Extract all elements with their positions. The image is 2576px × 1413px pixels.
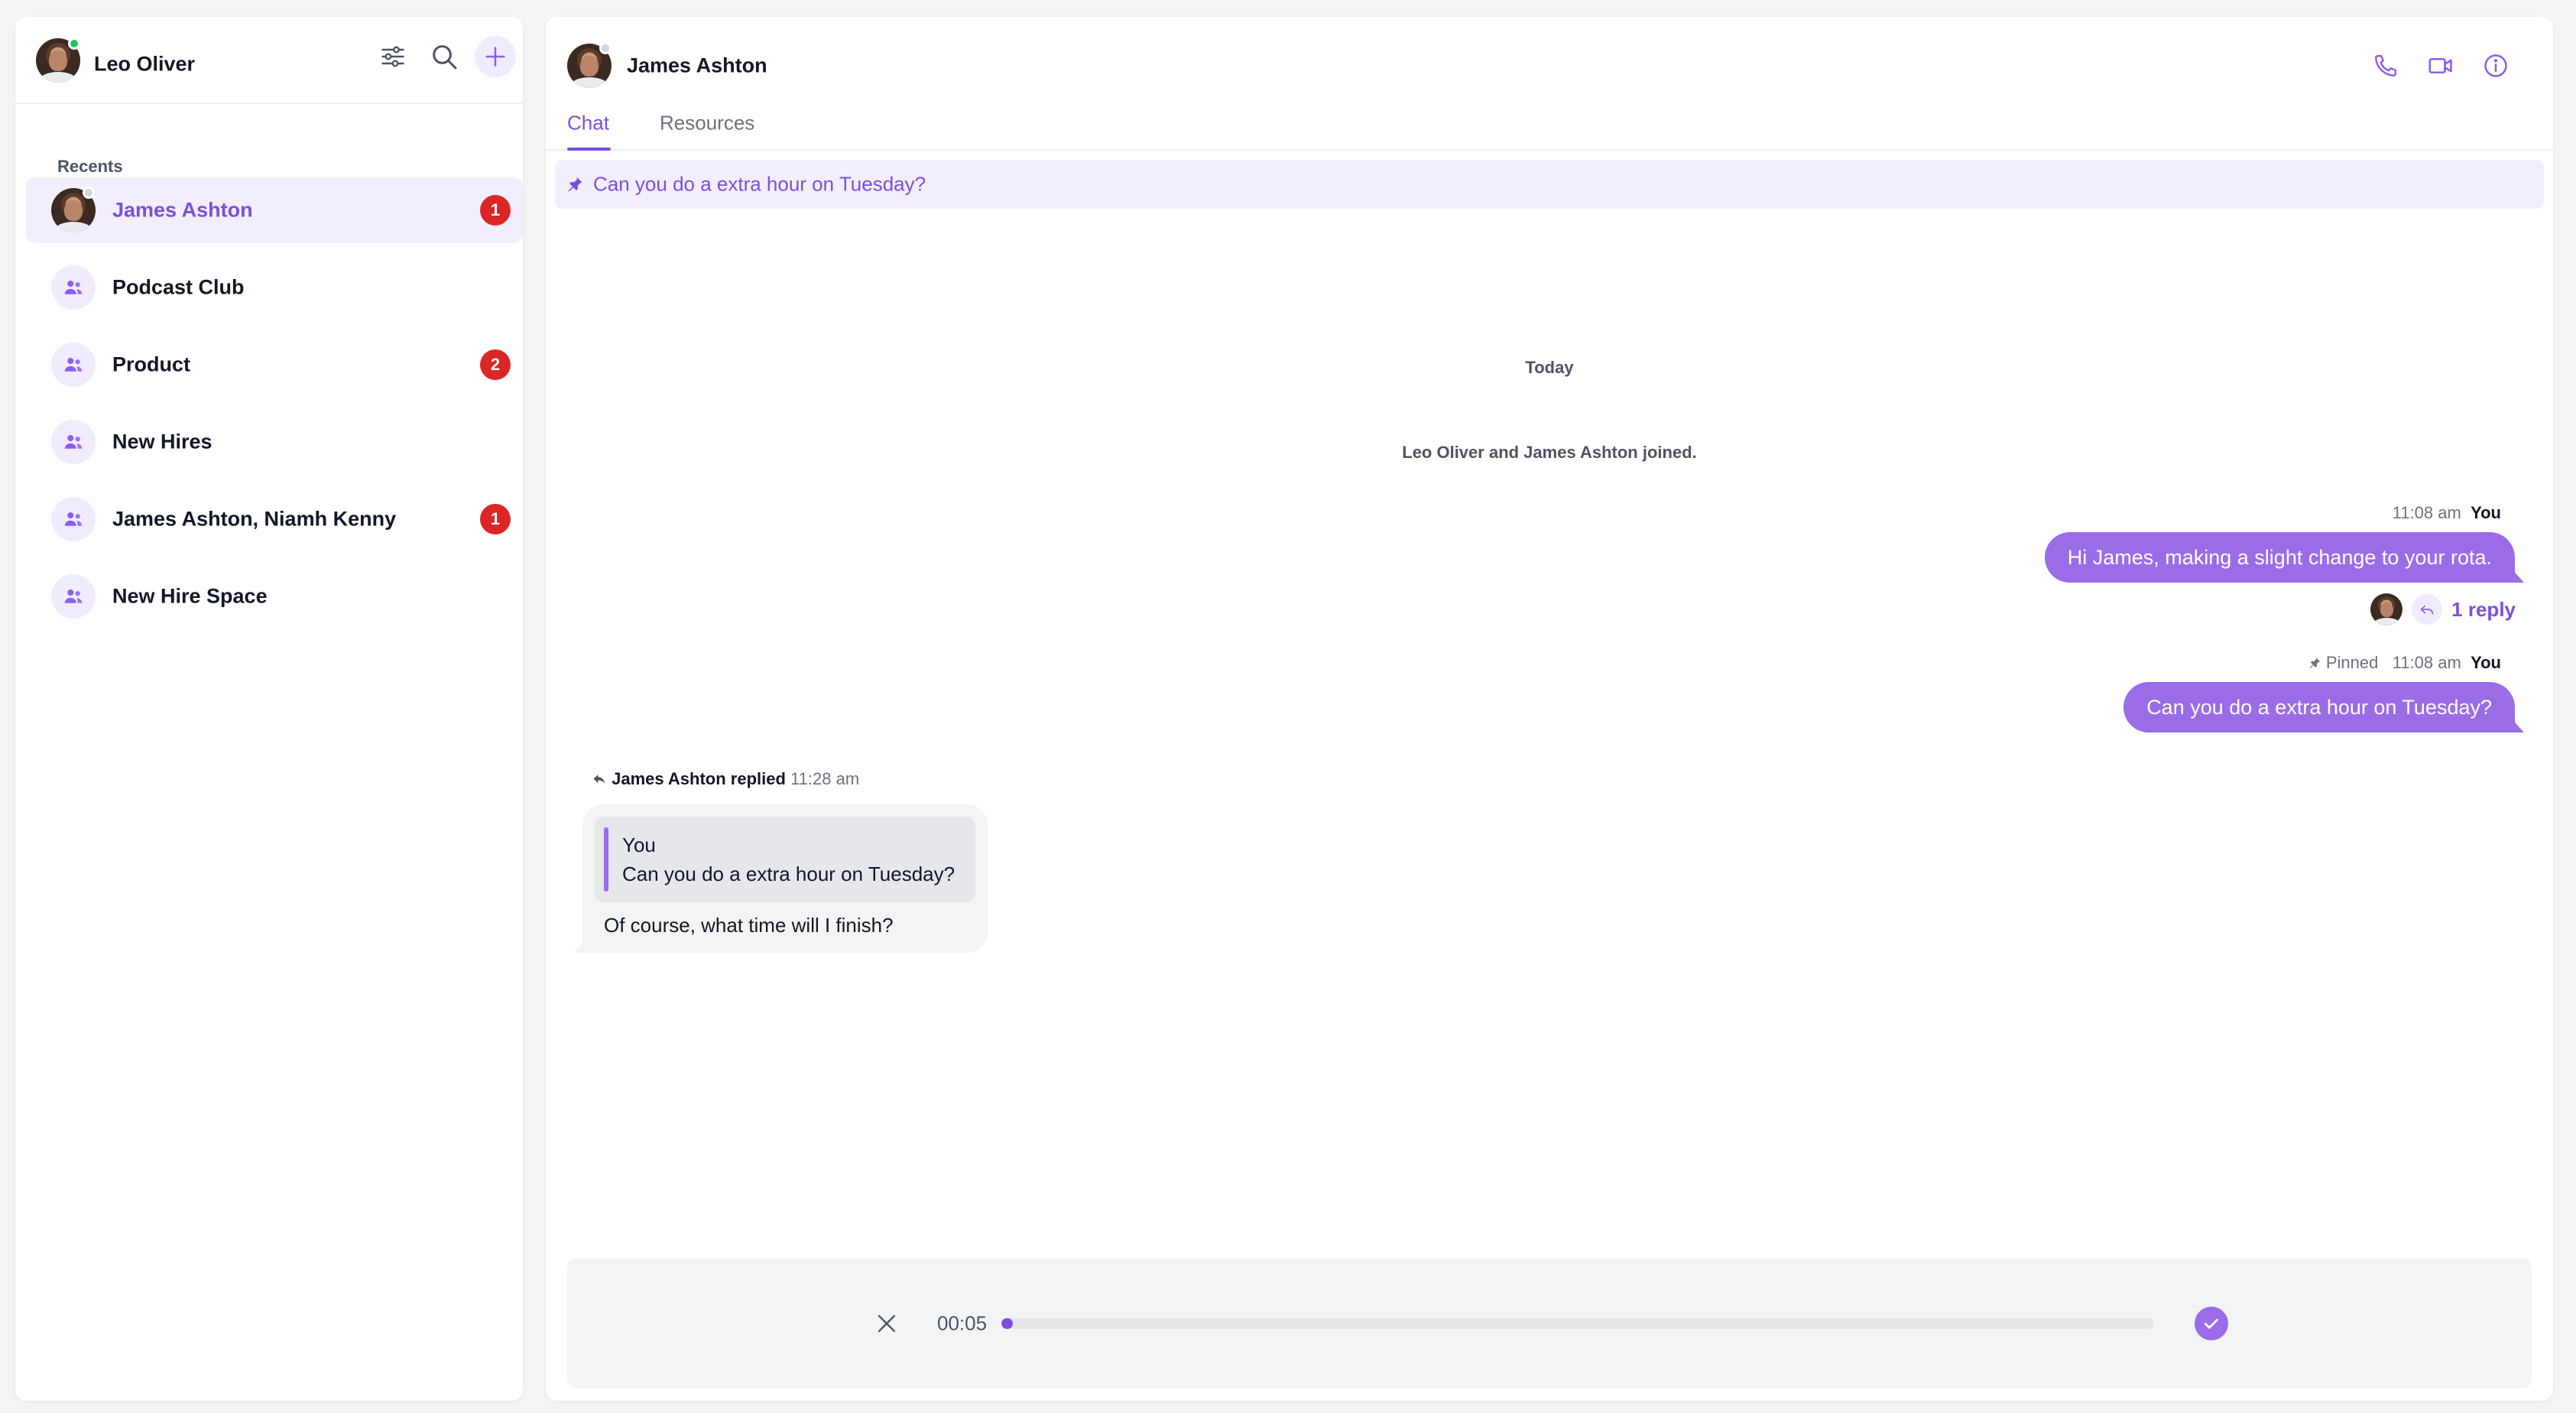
conversation-name: Product (112, 352, 191, 376)
message-time: 11:08 am (2392, 653, 2461, 672)
date-separator: Today (1525, 358, 1574, 377)
pinned-message-text: Can you do a extra hour on Tuesday? (593, 172, 926, 196)
conversation-item-product[interactable]: Product 2 (26, 332, 523, 398)
message-author: You (2471, 503, 2501, 522)
new-conversation-button[interactable] (475, 36, 516, 77)
reply-header: James Ashton replied 11:28 am (592, 769, 859, 789)
group-avatar (51, 420, 96, 464)
check-icon (2205, 1318, 2218, 1329)
message-time: 11:08 am (2392, 503, 2461, 522)
recording-progress-bar (1001, 1318, 2154, 1329)
cancel-recording-button[interactable] (871, 1308, 902, 1339)
message-meta: 11:08 am You (2393, 503, 2501, 523)
conversation-name: James Ashton, Niamh Kenny (112, 507, 397, 531)
quoted-text: Can you do a extra hour on Tuesday? (622, 862, 955, 885)
group-icon (64, 281, 83, 294)
chat-panel: James Ashton Chat Resources Can you do a… (546, 17, 2553, 1401)
unread-badge: 1 (480, 504, 511, 534)
reply-author: James Ashton replied (612, 769, 786, 788)
message-bubble[interactable]: Can you do a extra hour on Tuesday? (2123, 682, 2515, 732)
video-call-button[interactable] (2422, 47, 2459, 84)
offline-status-icon (83, 187, 95, 199)
conversation-name: New Hire Space (112, 584, 268, 608)
group-icon (64, 358, 83, 372)
unread-badge: 2 (480, 349, 511, 380)
chat-header: James Ashton Chat Resources (546, 17, 2553, 151)
group-icon (64, 590, 83, 603)
conversation-item-james-ashton[interactable]: James Ashton 1 (26, 177, 523, 243)
send-recording-button[interactable] (2195, 1307, 2228, 1340)
message-time: 11:28 am (790, 769, 860, 788)
recording-progress-fill (1001, 1318, 1014, 1329)
reply-icon (2412, 594, 2443, 625)
sidebar-header: Leo Oliver (15, 17, 523, 104)
offline-status-icon (599, 42, 612, 54)
message-text: Of course, what time will I finish? (604, 914, 894, 937)
current-user-name: Leo Oliver (94, 52, 196, 76)
pinned-message-bar[interactable]: Can you do a extra hour on Tuesday? (555, 160, 2544, 209)
reply-icon (593, 775, 605, 784)
quoted-message[interactable]: You Can you do a extra hour on Tuesday? (595, 817, 975, 902)
close-icon (878, 1314, 896, 1333)
online-status-icon (68, 37, 80, 50)
conversation-name: Podcast Club (112, 275, 245, 299)
search-button[interactable] (423, 36, 465, 77)
incoming-message-bubble[interactable]: You Can you do a extra hour on Tuesday? … (582, 804, 988, 953)
group-avatar (51, 497, 96, 541)
pinned-label: Pinned (2325, 653, 2379, 672)
phone-icon (2375, 55, 2396, 76)
info-button[interactable] (2477, 47, 2514, 84)
group-avatar (51, 343, 96, 387)
quote-bar (604, 827, 608, 892)
filter-icon (381, 46, 404, 67)
message-bubble[interactable]: Hi James, making a slight change to your… (2044, 532, 2515, 583)
quoted-author: You (622, 833, 656, 856)
conversation-item-james-ashton-niamh-kenny[interactable]: James Ashton, Niamh Kenny 1 (26, 486, 523, 552)
system-message: Leo Oliver and James Ashton joined. (1402, 443, 1697, 462)
thread-replies[interactable]: 1 reply (2370, 593, 2516, 625)
group-icon (64, 435, 83, 449)
conversation-name: James Ashton (112, 198, 253, 222)
message-meta: Pinned 11:08 am You (2308, 653, 2501, 673)
conversation-item-new-hires[interactable]: New Hires (26, 409, 523, 475)
search-icon (433, 45, 457, 70)
message-text: Hi James, making a slight change to your… (2067, 545, 2492, 569)
chat-app: Leo Oliver Recents James Ashton 1 Podcas… (0, 0, 2576, 1413)
sidebar: Leo Oliver Recents James Ashton 1 Podcas… (15, 17, 523, 1401)
recents-heading: Recents (57, 157, 123, 176)
conversation-list: James Ashton 1 Podcast Club Product 2 Ne… (26, 177, 523, 641)
group-avatar (51, 265, 96, 310)
tab-resources[interactable]: Resources (660, 112, 754, 135)
message-text: Can you do a extra hour on Tuesday? (2146, 695, 2492, 719)
conversation-name: New Hires (112, 430, 213, 453)
pin-icon (2309, 657, 2320, 669)
unread-badge: 1 (480, 195, 511, 226)
call-button[interactable] (2367, 47, 2404, 84)
info-icon (2484, 54, 2507, 77)
voice-recorder: 00:05 (567, 1259, 2532, 1389)
reply-count-link[interactable]: 1 reply (2451, 598, 2516, 622)
contact-name: James Ashton (627, 54, 767, 77)
filter-button[interactable] (372, 36, 414, 77)
video-icon (2428, 58, 2452, 73)
group-avatar (51, 574, 96, 619)
message-author: You (2471, 653, 2501, 672)
active-tab-indicator (567, 148, 611, 151)
conversation-item-podcast-club[interactable]: Podcast Club (26, 255, 523, 320)
conversation-item-new-hire-space[interactable]: New Hire Space (26, 564, 523, 629)
plus-icon (485, 47, 505, 67)
tab-chat[interactable]: Chat (567, 112, 609, 135)
pin-icon (568, 177, 582, 192)
replier-avatar (2370, 593, 2403, 625)
recording-elapsed-time: 00:05 (937, 1311, 988, 1335)
group-icon (64, 512, 83, 526)
